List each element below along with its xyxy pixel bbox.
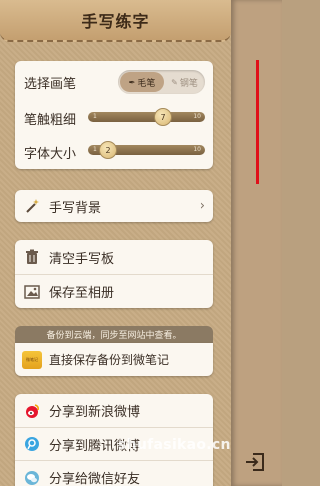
save-notes-button[interactable]: 微笔记 直接保存备份到微笔记 bbox=[15, 343, 213, 376]
stroke-width-min: 1 bbox=[93, 113, 97, 120]
wechat-icon bbox=[25, 470, 39, 485]
brush-option-pen[interactable]: ✎ 钢笔 bbox=[166, 72, 203, 92]
image-icon bbox=[24, 284, 40, 299]
share-wechat-label: 分享给微信好友 bbox=[49, 472, 141, 486]
stroke-width-knob[interactable]: 7 bbox=[154, 108, 172, 126]
font-size-slider[interactable]: 1 10 2 bbox=[88, 141, 205, 159]
share-sina-button[interactable]: 分享到新浪微博 bbox=[15, 394, 213, 427]
share-sina-label: 分享到新浪微博 bbox=[49, 405, 141, 420]
magic-wand-icon bbox=[26, 199, 39, 213]
font-size-min: 1 bbox=[93, 146, 97, 153]
settings-panel: 手写练字 选择画笔 ✒ 毛笔 ✎ 钢笔 笔触粗细 1 10 7 字体大小 1 1… bbox=[0, 0, 231, 486]
sina-weibo-icon bbox=[26, 403, 39, 418]
brush-option-pen-label: 钢笔 bbox=[179, 78, 198, 89]
font-size-max: 10 bbox=[193, 146, 201, 153]
save-album-button[interactable]: 保存至相册 bbox=[15, 275, 213, 308]
save-notes-label: 直接保存备份到微笔记 bbox=[49, 353, 170, 367]
notes-icon: 微笔记 bbox=[22, 350, 42, 369]
brush-icon: ✒ bbox=[128, 77, 136, 87]
clear-label: 清空手写板 bbox=[49, 251, 115, 267]
tencent-weibo-icon bbox=[25, 437, 39, 451]
background-label: 手写背景 bbox=[49, 200, 102, 216]
stroke-width-slider[interactable]: 1 10 7 bbox=[88, 108, 205, 126]
red-stroke bbox=[256, 60, 259, 184]
font-size-label: 字体大小 bbox=[24, 147, 77, 162]
clear-button[interactable]: 清空手写板 bbox=[15, 240, 213, 274]
pen-icon: ✎ bbox=[171, 77, 178, 87]
brush-option-brush[interactable]: ✒ 毛笔 bbox=[120, 72, 164, 92]
notes-icon-text: 微笔记 bbox=[26, 356, 38, 362]
page-title: 手写练字 bbox=[81, 12, 150, 31]
watermark: shufasikao.cn bbox=[118, 437, 231, 453]
trash-icon bbox=[26, 249, 38, 264]
header-bar: 手写练字 bbox=[0, 0, 231, 42]
stroke-width-max: 10 bbox=[193, 113, 201, 120]
brush-settings-card: 选择画笔 ✒ 毛笔 ✎ 钢笔 笔触粗细 1 10 7 字体大小 1 10 2 bbox=[15, 61, 213, 169]
brush-option-brush-label: 毛笔 bbox=[137, 78, 156, 89]
font-size-knob[interactable]: 2 bbox=[99, 141, 117, 159]
brush-label: 选择画笔 bbox=[24, 77, 77, 92]
exit-icon[interactable] bbox=[244, 451, 266, 473]
save-album-label: 保存至相册 bbox=[49, 286, 115, 301]
background-button[interactable]: 手写背景 › bbox=[15, 190, 213, 222]
brush-toggle[interactable]: ✒ 毛笔 ✎ 钢笔 bbox=[118, 70, 205, 94]
chevron-right-icon: › bbox=[199, 198, 205, 214]
cloud-notice: 备份到云端，同步至网站中查看。 bbox=[15, 326, 213, 343]
share-wechat-button[interactable]: 分享给微信好友 bbox=[15, 461, 213, 486]
stroke-width-label: 笔触粗细 bbox=[24, 113, 77, 128]
actions-card: 清空手写板 保存至相册 bbox=[15, 240, 213, 308]
